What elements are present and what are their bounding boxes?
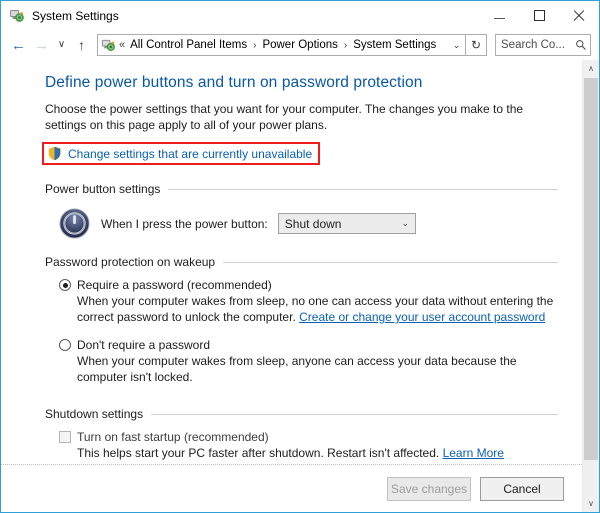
system-settings-icon [9,8,25,24]
scroll-down-button[interactable]: ∨ [583,495,599,512]
learn-more-link[interactable]: Learn More [443,446,504,460]
power-button-action-select[interactable]: Shut down ⌄ [278,213,416,234]
navigation-bar: ← → ∨ ↑ « All Control Panel Items › [1,30,599,60]
window-controls [479,1,599,30]
settings-panel: Define power buttons and turn on passwor… [1,60,582,512]
chevron-down-icon: ⌄ [396,218,415,229]
breadcrumb-item-1[interactable]: Power Options [261,38,338,52]
require-password-label: Require a password (recommended) [77,277,272,293]
breadcrumb: « All Control Panel Items › Power Option… [119,38,448,52]
cancel-button[interactable]: Cancel [480,477,564,501]
shutdown-settings-title: Shutdown settings [45,407,151,421]
fast-startup-description-text: This helps start your PC faster after sh… [77,446,443,460]
breadcrumb-item-2[interactable]: System Settings [352,38,437,52]
fast-startup-option[interactable]: Turn on fast startup (recommended) This … [45,429,558,461]
power-button-icon [59,208,90,239]
power-button-label: When I press the power button: [101,217,268,231]
page-description: Choose the power settings that you want … [45,101,555,133]
fast-startup-checkbox[interactable] [59,431,71,443]
vertical-scrollbar[interactable]: ∧ ∨ [582,60,599,512]
content-area: Define power buttons and turn on passwor… [1,60,599,512]
uac-annotation-box: Change settings that are currently unava… [42,142,320,165]
uac-shield-icon [47,146,62,161]
change-unavailable-settings-link[interactable]: Change settings that are currently unava… [68,147,312,161]
password-protection-title: Password protection on wakeup [45,255,223,269]
password-protection-group: Password protection on wakeup [45,255,558,269]
power-button-settings-title: Power button settings [45,182,168,196]
system-settings-window: System Settings ← → ∨ ↑ [0,0,600,513]
title-bar: System Settings [1,1,599,30]
search-box[interactable]: Search Co... [495,34,591,56]
save-changes-button[interactable]: Save changes [387,477,471,501]
fast-startup-description: This helps start your PC faster after sh… [59,445,558,461]
group-divider [223,262,558,263]
no-password-description: When your computer wakes from sleep, any… [59,353,558,385]
scrollbar-thumb[interactable] [584,78,598,460]
refresh-button[interactable]: ↻ [466,34,487,56]
require-password-radio[interactable] [59,279,71,291]
breadcrumb-item-0[interactable]: All Control Panel Items [129,38,248,52]
breadcrumb-separator-0[interactable]: › [248,40,261,51]
forward-button[interactable]: → [30,34,53,57]
page-title: Define power buttons and turn on passwor… [45,74,558,92]
power-button-action-row: When I press the power button: Shut down… [45,208,558,239]
shutdown-settings-group: Shutdown settings [45,407,558,421]
power-button-action-value: Shut down [279,217,396,231]
footer-bar: Save changes Cancel [1,466,582,512]
window-title: System Settings [32,10,119,22]
recent-locations-button[interactable]: ∨ [53,34,70,57]
chevron-down-icon[interactable]: ⌄ [448,40,465,51]
minimize-icon [494,18,505,19]
maximize-button[interactable] [519,1,559,30]
back-button[interactable]: ← [7,34,30,57]
no-password-label: Don't require a password [77,337,210,353]
scroll-up-button[interactable]: ∧ [583,60,599,77]
require-password-option[interactable]: Require a password (recommended) When yo… [45,277,558,325]
no-password-option[interactable]: Don't require a password When your compu… [45,337,558,385]
no-password-radio[interactable] [59,339,71,351]
group-divider [151,414,558,415]
group-divider [168,189,558,190]
maximize-icon [534,10,545,21]
search-icon [572,39,590,51]
breadcrumb-overflow[interactable]: « [119,39,129,51]
close-icon [573,10,585,22]
control-panel-icon [101,38,116,53]
create-change-password-link[interactable]: Create or change your user account passw… [299,310,545,324]
search-input[interactable]: Search Co... [496,39,572,51]
fast-startup-label: Turn on fast startup (recommended) [77,429,269,445]
up-button[interactable]: ↑ [70,34,93,57]
power-button-settings-group: Power button settings [45,182,558,196]
minimize-button[interactable] [479,1,519,30]
breadcrumb-separator-1[interactable]: › [339,40,352,51]
close-button[interactable] [559,1,599,30]
require-password-description: When your computer wakes from sleep, no … [59,293,558,325]
address-bar[interactable]: « All Control Panel Items › Power Option… [97,34,466,56]
